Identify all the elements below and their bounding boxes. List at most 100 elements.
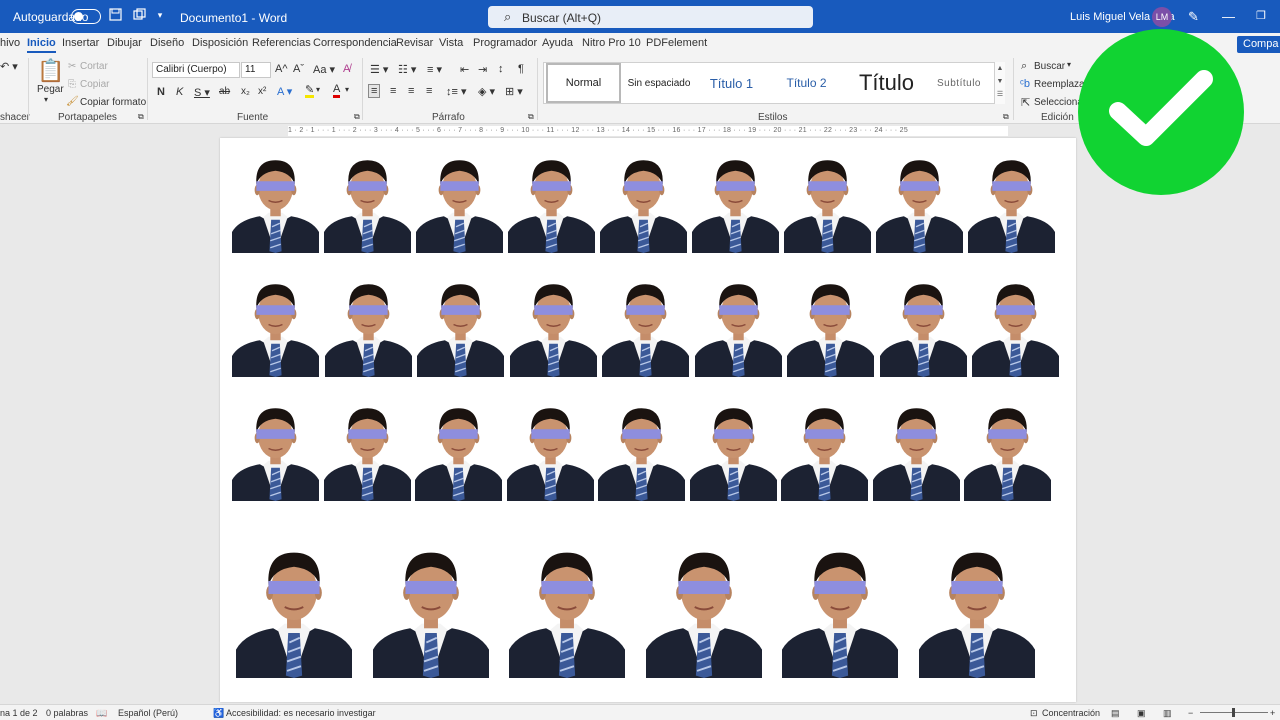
passport-photo[interactable] [918,536,1035,678]
passport-photo[interactable] [781,396,868,501]
search-box[interactable]: ⌕ Buscar (Alt+Q) [488,6,813,28]
passport-photo[interactable] [602,272,689,377]
sort-icon[interactable]: ↕ [498,63,504,75]
grow-font-icon[interactable]: A^ [275,63,288,75]
passport-photo[interactable] [324,148,411,253]
passport-photo[interactable] [508,148,595,253]
align-left-icon[interactable]: ≡ [368,84,381,98]
focus-mode[interactable]: Concentración [1042,708,1100,718]
multilevel-list-icon[interactable]: ≡ ▾ [427,63,442,76]
numbering-icon[interactable]: ☷ ▾ [398,63,416,76]
shrink-font-icon[interactable]: Aˇ [293,63,304,75]
passport-photo[interactable] [600,148,687,253]
passport-photo[interactable] [876,148,963,253]
restore-icon[interactable]: ❐ [1256,9,1266,22]
accessibility-status[interactable]: Accesibilidad: es necesario investigar [226,708,376,718]
justify-icon[interactable]: ≡ [426,85,432,97]
chevron-down-icon[interactable]: ▾ [345,85,349,94]
dialog-launcher-icon[interactable]: ⧉ [528,112,534,122]
align-center-icon[interactable]: ≡ [390,85,396,97]
passport-photo[interactable] [784,148,871,253]
passport-photo[interactable] [417,272,504,377]
language[interactable]: Español (Perú) [118,708,178,718]
passport-photo[interactable] [232,272,319,377]
format-painter-button[interactable]: Copiar formato [80,97,146,108]
tab-pdfelement[interactable]: PDFelement [646,37,707,49]
superscript-icon[interactable]: x² [258,86,266,97]
font-size-select[interactable]: 11 [241,62,271,78]
clear-format-icon[interactable]: A̸ [343,63,350,75]
horizontal-ruler[interactable]: 1 · 2 · 1 · · · 1 · · · 2 · · · 3 · · · … [220,124,1076,138]
tab-nitro[interactable]: Nitro Pro 10 [582,37,641,49]
customize-toolbar-icon[interactable]: ▾ [153,8,167,22]
styles-scroll[interactable]: ▲ ▼ ☰ [994,62,1005,104]
minimize-icon[interactable]: — [1222,9,1235,24]
tab-insertar[interactable]: Insertar [62,37,99,49]
tab-correspondencia[interactable]: Correspondencia [313,37,397,49]
passport-photo[interactable] [598,396,685,501]
undo-icon[interactable]: ↶ ▾ [0,60,18,73]
page-count[interactable]: na 1 de 2 [0,708,38,718]
paste-button[interactable]: Pegar [37,84,64,95]
chevron-down-icon[interactable]: ▾ [44,95,48,104]
italic-icon[interactable]: K [176,86,183,98]
highlight-icon[interactable]: ✎ [305,85,315,98]
subscript-icon[interactable]: x₂ [241,86,250,97]
passport-photo[interactable] [879,272,967,377]
tab-programador[interactable]: Programador [473,37,537,49]
passport-photo[interactable] [787,272,874,377]
style-heading-2[interactable]: Título 2 [774,63,839,103]
passport-photo[interactable] [236,536,352,678]
passport-photo[interactable] [232,396,319,501]
line-spacing-icon[interactable]: ↕≡ ▾ [446,85,467,98]
dialog-launcher-icon[interactable]: ⧉ [354,112,360,122]
share-button[interactable]: Compa [1237,36,1280,53]
passport-photo[interactable] [415,396,502,501]
style-title[interactable]: Título [844,63,929,103]
passport-photo[interactable] [689,396,777,501]
passport-photo[interactable] [372,536,489,678]
chevron-down-icon[interactable]: ▾ [1067,60,1071,69]
passport-photo[interactable] [872,396,960,501]
font-color-icon[interactable]: A [333,84,341,98]
tab-referencias[interactable]: Referencias [252,37,311,49]
tab-dibujar[interactable]: Dibujar [107,37,142,49]
show-marks-icon[interactable]: ¶ [518,63,524,75]
tab-vista[interactable]: Vista [439,37,463,49]
chevron-down-icon[interactable]: ▾ [316,85,320,94]
accessibility-icon[interactable]: ♿ [213,708,224,719]
paste-icon[interactable]: 📋 [37,58,64,84]
passport-photo[interactable] [416,148,503,253]
bold-icon[interactable]: N [157,86,165,98]
focus-icon[interactable]: ⊡ [1030,708,1038,719]
tab-disposicion[interactable]: Disposición [192,37,248,49]
web-layout-icon[interactable]: ▥ [1163,708,1172,719]
zoom-out-icon[interactable]: − [1188,708,1193,718]
avatar[interactable]: LM [1152,7,1172,27]
passport-photo[interactable] [972,272,1059,377]
word-count[interactable]: 0 palabras [46,708,88,718]
text-effects-icon[interactable]: A ▾ [277,85,292,98]
style-normal[interactable]: Normal [546,63,621,103]
passport-photo[interactable] [509,536,625,678]
align-right-icon[interactable]: ≡ [408,85,414,97]
shading-icon[interactable]: ◈ ▾ [478,85,495,98]
passport-photo[interactable] [506,396,594,501]
passport-photo[interactable] [323,396,411,501]
pen-icon[interactable]: ✎ [1188,9,1199,25]
tab-ayuda[interactable]: Ayuda [542,37,573,49]
font-family-select[interactable]: Calibri (Cuerpo) [152,62,240,78]
document-page[interactable] [220,138,1076,702]
borders-icon[interactable]: ⊞ ▾ [505,85,523,98]
save-icon[interactable] [108,8,122,22]
find-button[interactable]: Buscar [1034,61,1065,72]
passport-photo[interactable] [645,536,762,678]
tab-inicio[interactable]: Inicio [27,37,56,53]
style-subtitle[interactable]: Subtítulo [924,63,994,103]
style-heading-1[interactable]: Título 1 [699,63,764,103]
dialog-launcher-icon[interactable]: ⧉ [1003,112,1009,122]
style-no-spacing[interactable]: Sin espaciado [624,63,694,103]
passport-photo[interactable] [964,396,1051,501]
passport-photo[interactable] [782,536,898,678]
passport-photo[interactable] [324,272,412,377]
